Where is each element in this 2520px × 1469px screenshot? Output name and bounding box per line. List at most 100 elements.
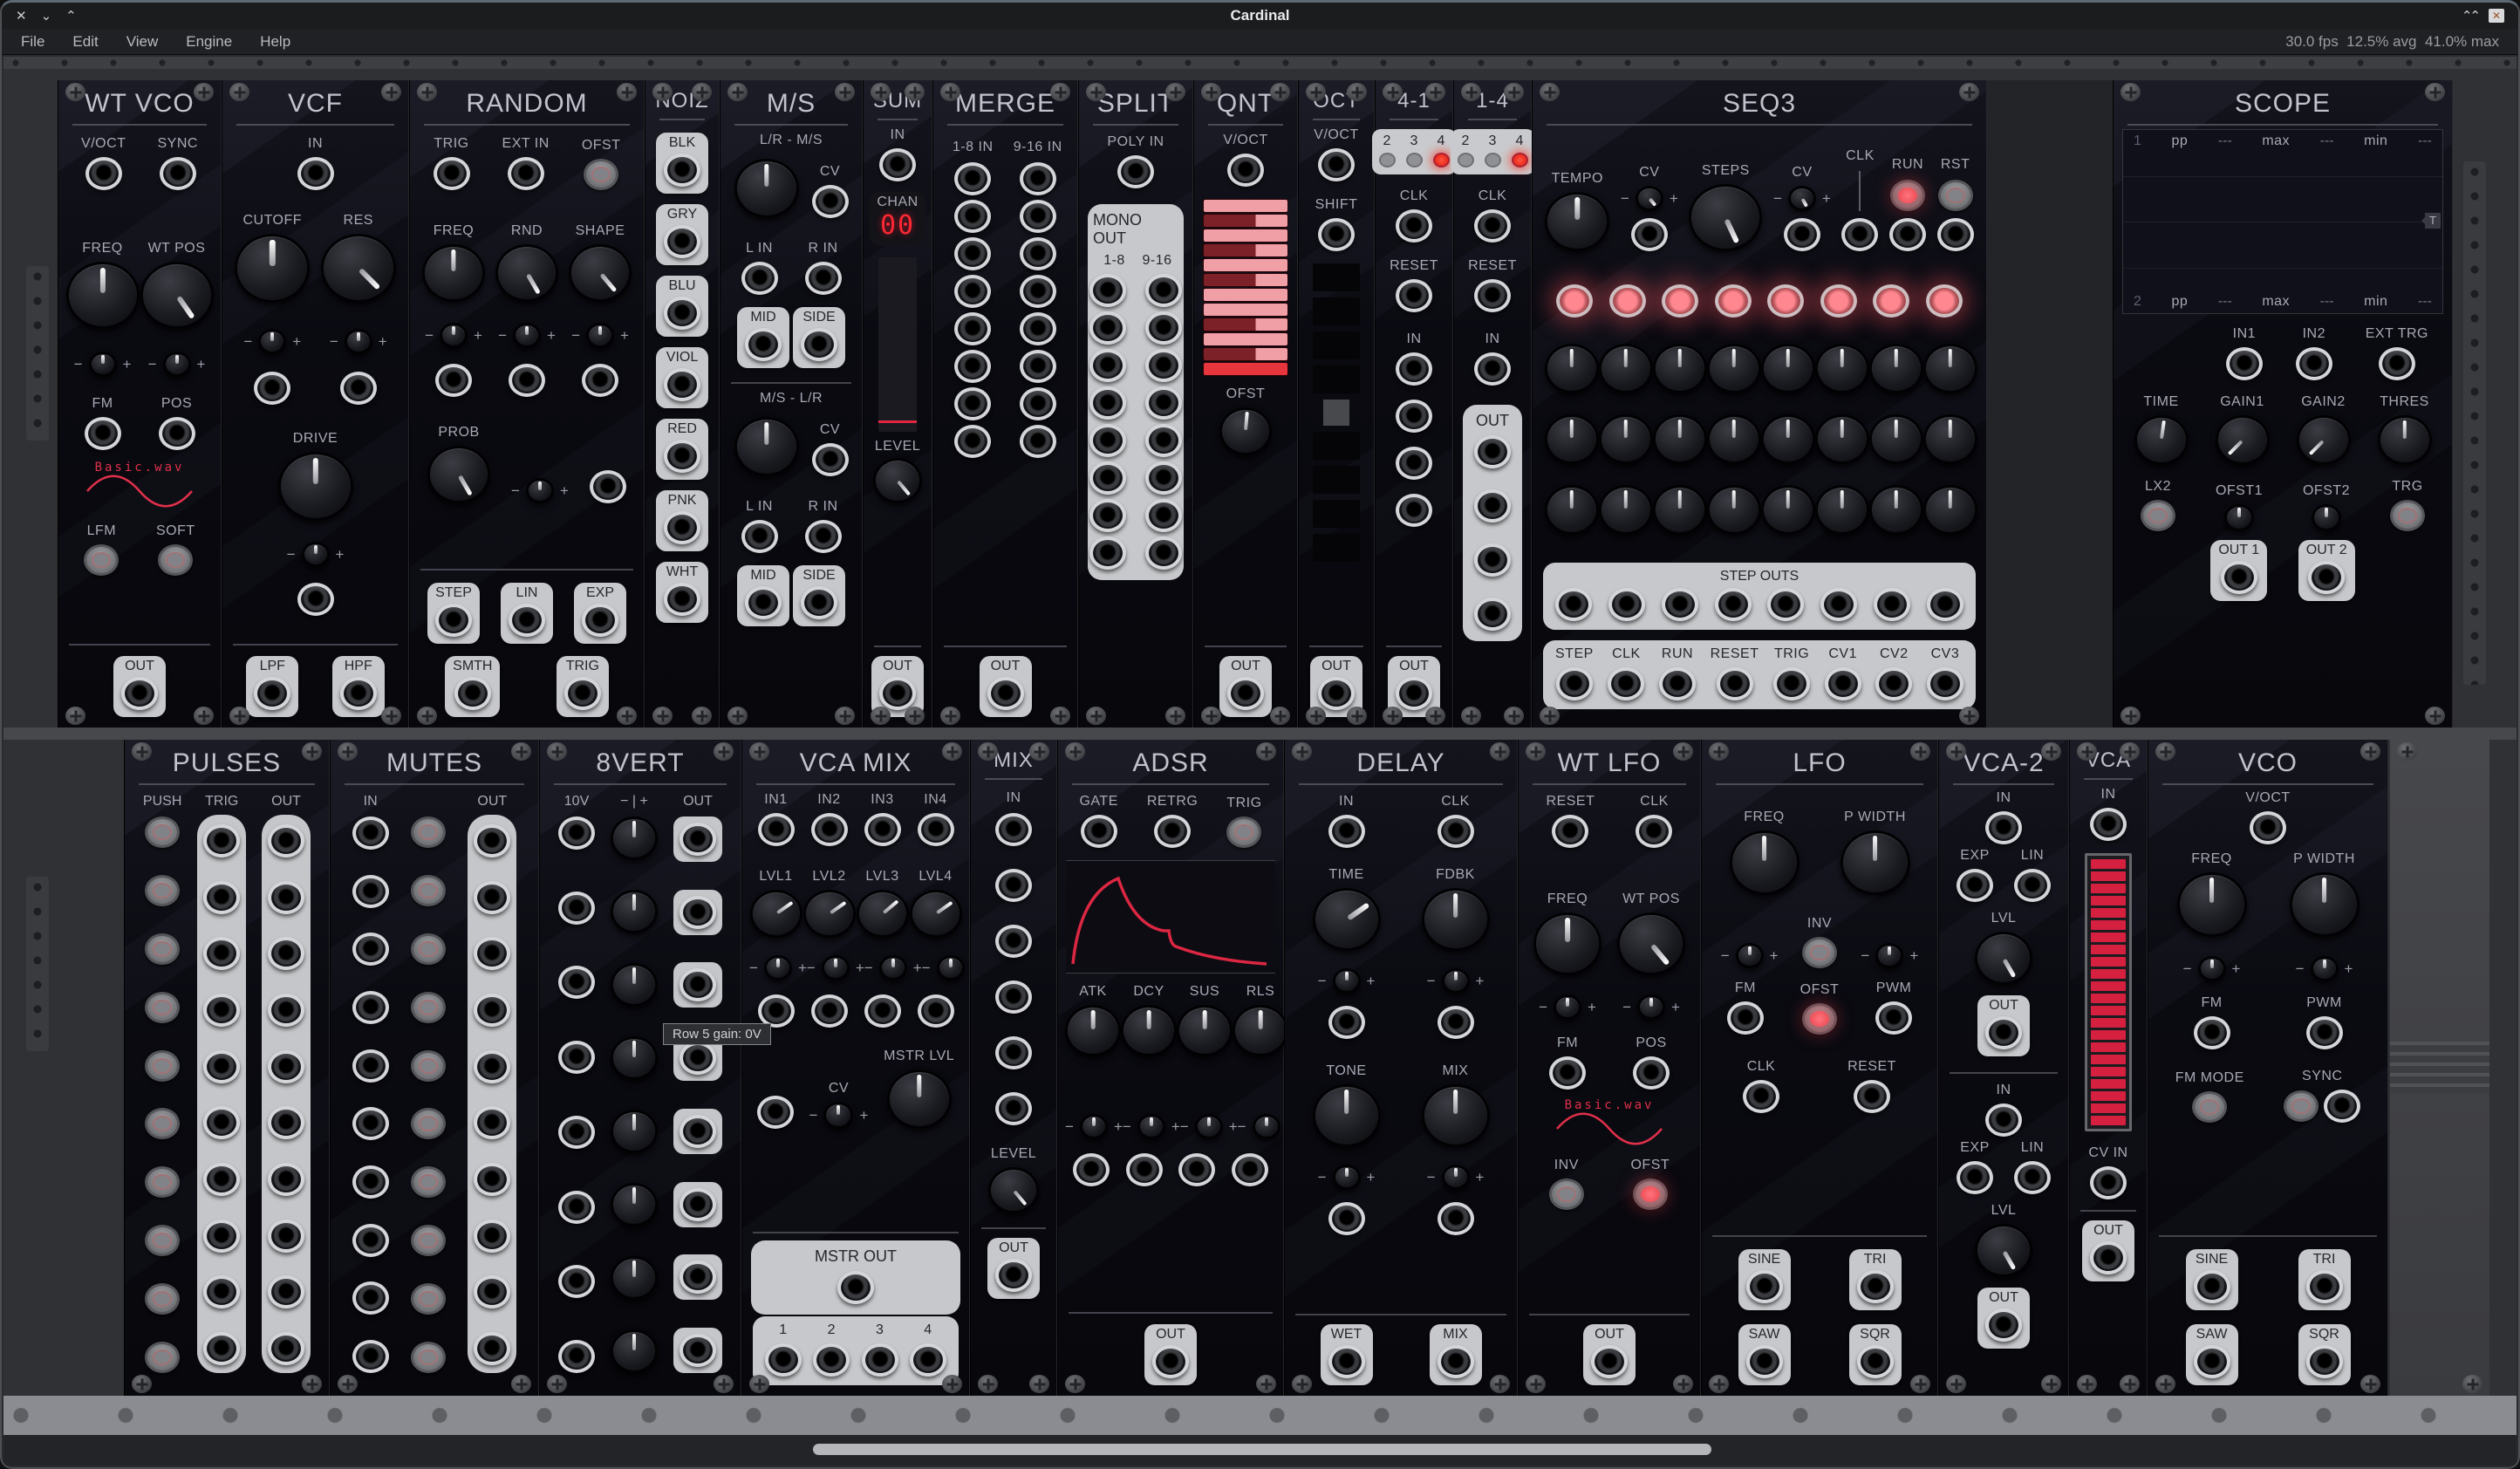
- gain-knob[interactable]: [611, 1110, 658, 1153]
- gain1-knob[interactable]: [2216, 415, 2270, 465]
- trim-knob[interactable]: [1637, 994, 1665, 1020]
- out-jack[interactable]: [680, 1261, 716, 1294]
- gain-knob[interactable]: [611, 1329, 658, 1373]
- lin-jack[interactable]: [2014, 1161, 2051, 1194]
- step-led[interactable]: [1556, 284, 1593, 318]
- out-jack[interactable]: [680, 1042, 716, 1075]
- port-jack[interactable]: [509, 364, 545, 397]
- out-jack[interactable]: [680, 1115, 716, 1148]
- port-jack[interactable]: [811, 994, 848, 1028]
- trim-knob[interactable]: [822, 955, 850, 980]
- clk-jack[interactable]: [1396, 209, 1432, 243]
- drive-knob[interactable]: [278, 452, 353, 521]
- trigger-marker[interactable]: T: [2425, 213, 2441, 229]
- 10v-jack[interactable]: [558, 1340, 595, 1373]
- soft-button[interactable]: [158, 544, 193, 576]
- out-jack[interactable]: [474, 994, 510, 1027]
- sqr-jack[interactable]: [1857, 1345, 1894, 1378]
- out-jack[interactable]: [1985, 1308, 2022, 1342]
- selector-option[interactable]: 2: [1458, 133, 1474, 167]
- mono-out-jack[interactable]: [1145, 311, 1182, 345]
- trig-jack[interactable]: [203, 1220, 240, 1253]
- in-jack[interactable]: [954, 312, 991, 345]
- out-jack[interactable]: [268, 1220, 304, 1253]
- push-button[interactable]: [145, 1050, 180, 1082]
- out-jack[interactable]: [268, 824, 304, 857]
- fm-jack[interactable]: [85, 417, 121, 450]
- 10v-jack[interactable]: [558, 1191, 595, 1224]
- in-jack[interactable]: [995, 869, 1032, 902]
- mstr-out-jack[interactable]: [837, 1271, 874, 1304]
- rnd-knob[interactable]: [495, 244, 558, 302]
- fdbk-knob[interactable]: [1422, 888, 1490, 951]
- trim-knob[interactable]: [1442, 1165, 1470, 1190]
- freq-knob[interactable]: [2177, 872, 2247, 937]
- step-led[interactable]: [1767, 284, 1804, 318]
- push-button[interactable]: [145, 816, 180, 848]
- octave-ladder[interactable]: [1306, 263, 1367, 562]
- in-jack[interactable]: [352, 1224, 389, 1257]
- black-key[interactable]: [1203, 214, 1288, 228]
- black-key[interactable]: [1203, 243, 1288, 257]
- gain-knob[interactable]: [611, 1183, 658, 1226]
- seq-knob-knob[interactable]: [1761, 485, 1815, 535]
- trig-jack[interactable]: [203, 1106, 240, 1139]
- port-jack[interactable]: [1396, 494, 1432, 527]
- out-jack[interactable]: [1474, 543, 1511, 577]
- shift-jack[interactable]: [1318, 218, 1355, 251]
- push-button[interactable]: [145, 933, 180, 965]
- in-jack[interactable]: [954, 200, 991, 233]
- mute-button[interactable]: [411, 1166, 446, 1198]
- trig-jack[interactable]: [203, 1275, 240, 1308]
- octave-step[interactable]: [1313, 500, 1360, 528]
- wt-pos-knob[interactable]: [140, 262, 214, 329]
- out-jack[interactable]: [680, 1188, 716, 1221]
- wet-jack[interactable]: [1328, 1345, 1365, 1378]
- out-jack[interactable]: [474, 1163, 510, 1196]
- seq-knob-knob[interactable]: [1869, 414, 1923, 464]
- gry-jack[interactable]: [664, 225, 700, 258]
- saw-jack[interactable]: [2194, 1345, 2230, 1378]
- trim-knob[interactable]: [2198, 956, 2226, 981]
- mix-jack[interactable]: [1438, 1345, 1474, 1378]
- port-jack[interactable]: [1126, 1153, 1163, 1186]
- lvl-knob[interactable]: [1975, 932, 2032, 985]
- in-jack[interactable]: [1985, 1103, 2022, 1137]
- gain-knob[interactable]: [611, 890, 658, 933]
- mid-jack[interactable]: [745, 328, 782, 361]
- out-jack[interactable]: [1318, 677, 1355, 710]
- v-oct-jack[interactable]: [2250, 811, 2286, 844]
- trig-jack[interactable]: [434, 157, 470, 190]
- port-jack[interactable]: [254, 372, 290, 405]
- mono-out-jack[interactable]: [1145, 499, 1182, 532]
- ofst-button[interactable]: [584, 159, 618, 190]
- ofst-knob[interactable]: [1219, 407, 1272, 455]
- tri-jack[interactable]: [1857, 1270, 1894, 1303]
- mono-out-jack[interactable]: [1089, 461, 1126, 495]
- cv-in-jack[interactable]: [2090, 1166, 2127, 1199]
- mute-button[interactable]: [411, 816, 446, 848]
- knob-knob[interactable]: [988, 1167, 1039, 1213]
- in-jack[interactable]: [352, 1340, 389, 1373]
- out-jack[interactable]: [680, 1334, 716, 1367]
- octave-step[interactable]: [1313, 534, 1360, 562]
- trim-knob[interactable]: [586, 323, 614, 348]
- in-jack[interactable]: [352, 1281, 389, 1315]
- active-key[interactable]: [1203, 362, 1288, 376]
- seq-knob-knob[interactable]: [1815, 414, 1869, 464]
- in-jack[interactable]: [297, 157, 334, 190]
- mono-out-jack[interactable]: [1089, 274, 1126, 307]
- out-jack[interactable]: [474, 1106, 510, 1139]
- in-jack[interactable]: [954, 425, 991, 458]
- in-jack[interactable]: [954, 387, 991, 420]
- port-jack[interactable]: [1178, 1153, 1215, 1186]
- run-jack[interactable]: [1659, 667, 1696, 700]
- in3-jack[interactable]: [864, 813, 901, 846]
- reset-jack[interactable]: [1396, 279, 1432, 312]
- mono-out-jack[interactable]: [1089, 499, 1126, 532]
- seq-knob-knob[interactable]: [1707, 344, 1761, 393]
- seq-knob-knob[interactable]: [1815, 344, 1869, 393]
- gain-knob[interactable]: [611, 816, 658, 860]
- lx2-button[interactable]: [2141, 500, 2175, 531]
- inv-button[interactable]: [1549, 1179, 1584, 1210]
